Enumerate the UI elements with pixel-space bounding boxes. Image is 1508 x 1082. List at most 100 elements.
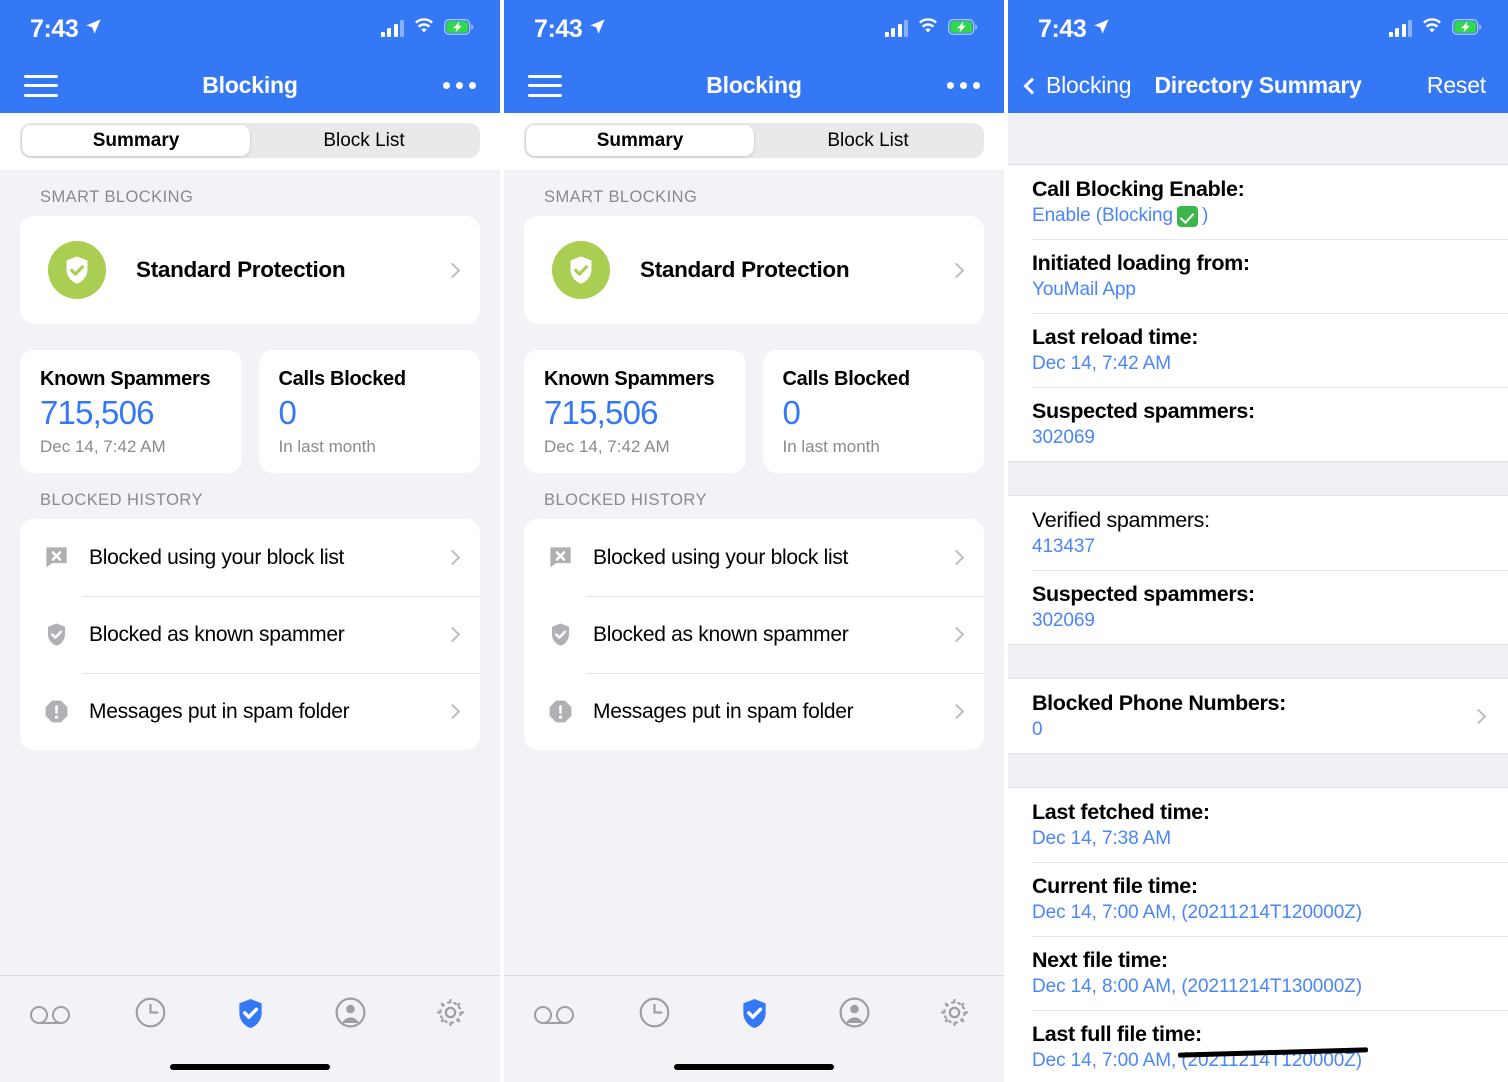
status-bar: 7:43 bbox=[1008, 0, 1508, 58]
row-key: Last full file time: bbox=[1032, 1022, 1202, 1046]
tab-block-list[interactable]: Block List bbox=[250, 125, 478, 156]
known-spammers-card[interactable]: Known Spammers 715,506 Dec 14, 7:42 AM bbox=[20, 350, 242, 473]
list-item-label: Blocked using your block list bbox=[89, 545, 345, 569]
back-button[interactable]: Blocking bbox=[1023, 72, 1132, 99]
list-item[interactable]: Messages put in spam folder bbox=[524, 673, 984, 750]
battery-charging-icon bbox=[443, 18, 474, 40]
tab-history[interactable] bbox=[100, 996, 200, 1034]
calls-blocked-value: 0 bbox=[782, 394, 801, 431]
directory-summary-screen: 7:43 Blocking Directory Summary Reset Ca… bbox=[1008, 0, 1508, 1082]
cellular-signal-icon bbox=[884, 20, 908, 37]
tab-blocking[interactable] bbox=[200, 996, 300, 1035]
chevron-right-icon bbox=[948, 549, 965, 566]
chevron-left-icon bbox=[1023, 77, 1041, 94]
tab-summary[interactable]: Summary bbox=[22, 125, 250, 156]
list-item-label: Blocked as known spammer bbox=[89, 622, 345, 646]
row-last-fetched-time[interactable]: Last fetched time: Dec 14, 7:38 AM bbox=[1008, 788, 1508, 862]
tab-settings[interactable] bbox=[400, 996, 500, 1034]
row-verified-spammers[interactable]: Verified spammers: 413437 bbox=[1008, 496, 1508, 570]
row-blocked-phone-numbers[interactable]: Blocked Phone Numbers: 0 bbox=[1008, 679, 1508, 753]
row-value-suffix: ) bbox=[1201, 205, 1209, 226]
list-item[interactable]: Blocked using your block list bbox=[20, 519, 480, 596]
smart-blocking-section-label: SMART BLOCKING bbox=[40, 188, 194, 206]
row-call-blocking-enable[interactable]: Call Blocking Enable: Enable (Blocking ) bbox=[1008, 165, 1508, 239]
row-suspected-spammers-2[interactable]: Suspected spammers: 302069 bbox=[1008, 570, 1508, 644]
tab-voicemail[interactable] bbox=[504, 999, 604, 1032]
shield-check-icon bbox=[552, 241, 610, 299]
row-last-full-file-time[interactable]: Last full file time: Dec 14, 7:00 AM, (2… bbox=[1008, 1010, 1508, 1082]
list-item-label: Blocked using your block list bbox=[593, 545, 849, 569]
contacts-person-icon bbox=[334, 996, 367, 1034]
standard-protection-label: Standard Protection bbox=[640, 257, 850, 282]
tab-contacts[interactable] bbox=[300, 996, 400, 1034]
row-value: Dec 14, 7:38 AM bbox=[1032, 828, 1171, 849]
row-last-reload-time[interactable]: Last reload time: Dec 14, 7:42 AM bbox=[1008, 313, 1508, 387]
status-bar: 7:43 bbox=[0, 0, 500, 58]
tab-voicemail[interactable] bbox=[0, 999, 100, 1032]
list-item-label: Blocked as known spammer bbox=[593, 622, 849, 646]
row-current-file-time[interactable]: Current file time: Dec 14, 7:00 AM, (202… bbox=[1008, 862, 1508, 936]
segmented-control: Summary Block List bbox=[524, 123, 984, 158]
more-options-icon[interactable] bbox=[947, 82, 980, 89]
status-time: 7:43 bbox=[1038, 14, 1087, 43]
status-bar-right bbox=[380, 18, 475, 40]
row-key: Suspected spammers: bbox=[1032, 582, 1255, 606]
green-check-emoji-icon bbox=[1176, 205, 1198, 227]
row-text-wrap: Blocked Phone Numbers: 0 bbox=[1032, 691, 1286, 741]
row-value: 302069 bbox=[1032, 610, 1095, 631]
back-label: Blocking bbox=[1046, 72, 1132, 98]
cellular-signal-icon bbox=[380, 20, 404, 37]
chevron-right-icon bbox=[948, 626, 965, 643]
known-spammers-title: Known Spammers bbox=[40, 368, 211, 390]
list-item[interactable]: Blocked as known spammer bbox=[524, 596, 984, 673]
hamburger-menu-icon[interactable] bbox=[528, 74, 562, 97]
history-clock-icon bbox=[638, 996, 671, 1034]
tab-selector-wrap: Summary Block List bbox=[0, 113, 500, 170]
tab-block-list[interactable]: Block List bbox=[754, 125, 982, 156]
row-initiated-loading-from[interactable]: Initiated loading from: YouMail App bbox=[1008, 239, 1508, 313]
blocking-screen-middle: 7:43 Blocking Summary Block List SMART B… bbox=[504, 0, 1004, 1082]
known-spammers-sub: Dec 14, 7:42 AM bbox=[544, 437, 670, 456]
tab-settings[interactable] bbox=[904, 996, 1004, 1034]
navigation-bar: Blocking bbox=[0, 58, 500, 113]
row-suspected-spammers-1[interactable]: Suspected spammers: 302069 bbox=[1008, 387, 1508, 461]
row-value: Dec 14, 7:00 AM, (20211214T120000Z) bbox=[1032, 902, 1362, 923]
settings-gear-icon bbox=[434, 996, 467, 1034]
standard-protection-row[interactable]: Standard Protection bbox=[20, 216, 480, 324]
chevron-right-icon bbox=[444, 549, 461, 566]
calls-blocked-card[interactable]: Calls Blocked 0 In last month bbox=[258, 350, 480, 473]
home-indicator bbox=[170, 1064, 330, 1070]
standard-protection-row[interactable]: Standard Protection bbox=[524, 216, 984, 324]
three-screenshot-collage: 7:43 Blocking Summary Block List SMART B… bbox=[0, 0, 1508, 1082]
row-value-prefix: Enable (Blocking bbox=[1032, 205, 1173, 226]
battery-charging-icon bbox=[947, 18, 978, 40]
directory-summary-list[interactable]: Call Blocking Enable: Enable (Blocking )… bbox=[1008, 113, 1508, 1082]
calls-blocked-value: 0 bbox=[278, 394, 297, 431]
tab-blocking[interactable] bbox=[704, 996, 804, 1035]
tab-history[interactable] bbox=[604, 996, 704, 1034]
list-item[interactable]: Messages put in spam folder bbox=[20, 673, 480, 750]
smart-blocking-section-label: SMART BLOCKING bbox=[544, 188, 698, 206]
section-spacer bbox=[1008, 644, 1508, 679]
known-spammers-card[interactable]: Known Spammers 715,506 Dec 14, 7:42 AM bbox=[524, 350, 746, 473]
bottom-tab-bar bbox=[504, 975, 1004, 1082]
row-next-file-time[interactable]: Next file time: Dec 14, 8:00 AM, (202112… bbox=[1008, 936, 1508, 1010]
voicemail-icon bbox=[28, 999, 72, 1032]
hamburger-menu-icon[interactable] bbox=[24, 74, 58, 97]
voicemail-icon bbox=[532, 999, 576, 1032]
status-bar-left: 7:43 bbox=[30, 15, 103, 44]
more-options-icon[interactable] bbox=[443, 82, 476, 89]
status-time: 7:43 bbox=[30, 14, 79, 43]
tab-summary[interactable]: Summary bbox=[526, 125, 754, 156]
list-item[interactable]: Blocked using your block list bbox=[524, 519, 984, 596]
reset-button[interactable]: Reset bbox=[1427, 72, 1486, 99]
status-bar-left: 7:43 bbox=[534, 15, 607, 44]
tab-contacts[interactable] bbox=[804, 996, 904, 1034]
list-item[interactable]: Blocked as known spammer bbox=[20, 596, 480, 673]
row-value: 413437 bbox=[1032, 536, 1095, 557]
row-key: Verified spammers: bbox=[1032, 508, 1210, 532]
calls-blocked-card[interactable]: Calls Blocked 0 In last month bbox=[762, 350, 984, 473]
warning-octagon-icon bbox=[546, 698, 574, 726]
wifi-icon bbox=[413, 18, 435, 40]
stats-row: Known Spammers 715,506 Dec 14, 7:42 AM C… bbox=[524, 350, 984, 473]
